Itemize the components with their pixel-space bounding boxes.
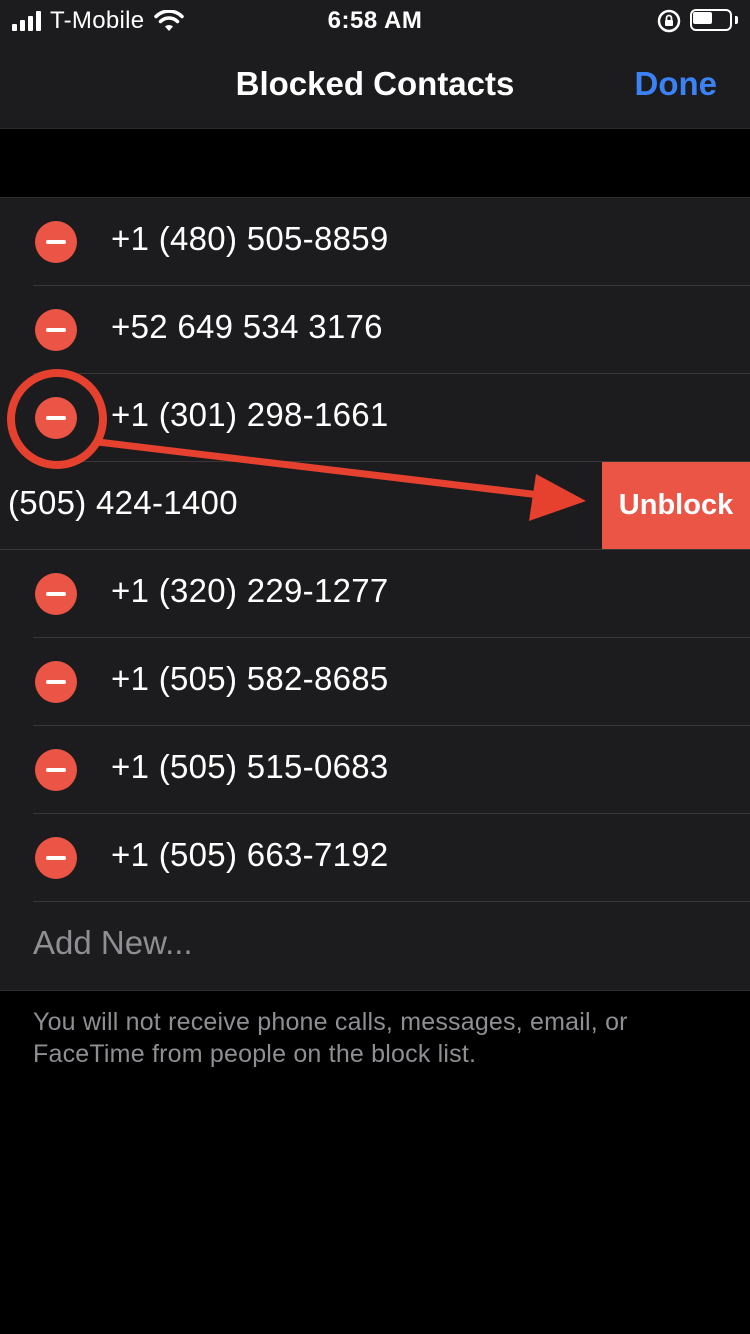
navigation-bar: Blocked Contacts Done (0, 40, 750, 129)
list-item[interactable]: +1 (505) 663-7192 (0, 814, 750, 902)
contact-number: +1 (320) 229-1277 (111, 572, 389, 609)
contact-number: +1 (505) 582-8685 (111, 660, 389, 697)
remove-icon[interactable] (35, 837, 77, 879)
unblock-button[interactable]: Unblock (602, 462, 750, 549)
battery-tip (735, 16, 738, 24)
list-item[interactable]: +1 (505) 515-0683 (0, 726, 750, 814)
battery-level (693, 12, 712, 24)
remove-icon[interactable] (35, 221, 77, 263)
list-item[interactable]: +1 (320) 229-1277 (0, 550, 750, 638)
block-list-footer-note: You will not receive phone calls, messag… (33, 1008, 628, 1068)
contact-number: +1 (505) 663-7192 (111, 836, 389, 873)
list-item[interactable]: +1 (505) 582-8685 (0, 638, 750, 726)
remove-icon[interactable] (35, 661, 77, 703)
add-new-row[interactable]: Add New... (0, 902, 750, 990)
contact-number: +52 649 534 3176 (111, 308, 383, 345)
list-item[interactable]: +1 (301) 298-1661 (0, 374, 750, 462)
add-new-label: Add New... (33, 924, 193, 961)
remove-icon[interactable] (35, 573, 77, 615)
status-bar: T-Mobile 6:58 AM (0, 0, 750, 40)
status-time: 6:58 AM (327, 7, 423, 34)
remove-icon[interactable] (35, 309, 77, 351)
remove-icon[interactable] (35, 397, 77, 439)
contact-number: +1 (480) 505-8859 (111, 220, 389, 257)
contact-number: +1 (301) 298-1661 (111, 396, 389, 433)
done-button[interactable]: Done (635, 65, 718, 103)
list-item[interactable]: +1 (480) 505-8859 (0, 198, 750, 286)
contact-number: +1 (505) 515-0683 (111, 748, 389, 785)
contact-number: (505) 424-1400 (8, 484, 238, 521)
remove-icon[interactable] (35, 749, 77, 791)
rotation-lock-icon (657, 9, 681, 33)
list-item[interactable]: +52 649 534 3176 (0, 286, 750, 374)
blocked-contacts-list: +1 (480) 505-8859 +52 649 534 3176 +1 (3… (0, 197, 750, 991)
list-item-swiped[interactable]: (505) 424-1400 Unblock (0, 462, 750, 550)
